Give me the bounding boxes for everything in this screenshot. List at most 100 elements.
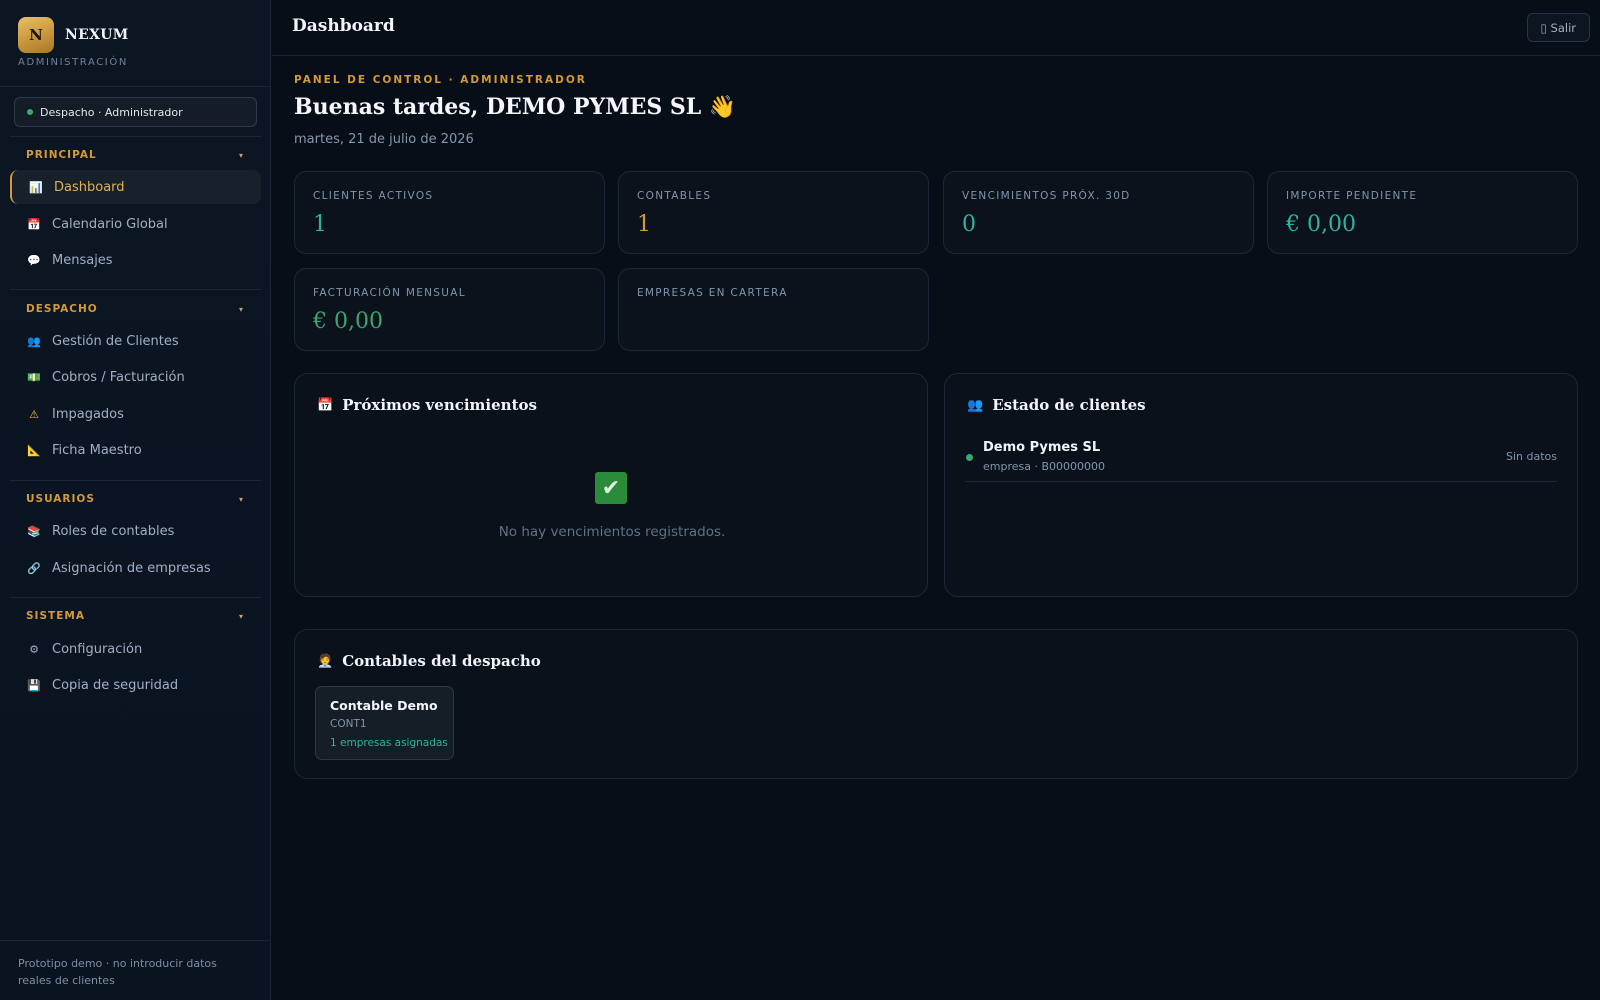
role-badge: Despacho · Administrador [14,97,257,127]
sidebar-item-label: Copia de seguridad [52,677,179,693]
sidebar-item-label: Gestión de Clientes [52,333,179,349]
chevron-down-icon: ▾ [238,494,244,504]
divider [10,480,261,481]
sidebar-item-cobros-facturacion[interactable]: 💵 Cobros / Facturación [10,360,261,394]
section-title: SISTEMA [26,610,85,622]
page-eyebrow: PANEL DE CONTROL · ADMINISTRADOR [294,74,587,86]
stat-label: FACTURACIÓN MENSUAL [313,287,466,299]
sidebar-footer-note: Prototipo demo · no introducir datos rea… [0,940,271,1000]
sidebar-item-label: Cobros / Facturación [52,369,185,385]
panel-title: Próximos vencimientos [342,396,537,414]
warning-icon: ⚠ [29,407,39,421]
stat-card-contables: CONTABLES 1 [618,171,929,254]
bar-chart-icon: 📊 [29,180,43,194]
logout-button[interactable]: ▯ Salir [1526,13,1590,42]
divider [0,86,271,87]
stat-card-clientes-activos: CLIENTES ACTIVOS 1 [294,171,605,254]
panel-title: Contables del despacho [342,652,541,670]
stat-label: IMPORTE PENDIENTE [1286,190,1418,202]
sidebar-item-roles-contables[interactable]: 📚 Roles de contables [10,514,261,548]
sidebar-item-dashboard[interactable]: 📊 Dashboard [10,170,261,204]
users-icon: 👥 [27,334,41,348]
accountant-card[interactable]: Contable Demo CONT1 1 empresas asignadas [315,686,454,760]
check-mark-icon: ✔ [595,472,627,504]
deadlines-panel: 📅 Próximos vencimientos ✔ No hay vencimi… [294,373,928,597]
brand-subtitle: ADMINISTRACIÓN [18,57,128,68]
accountant-assignments: 1 empresas asignadas [330,737,448,749]
sidebar-item-label: Calendario Global [52,216,168,232]
stat-value: 1 [637,212,651,237]
sidebar-item-label: Mensajes [52,252,113,268]
chat-bubble-icon: 💬 [27,253,41,267]
stat-card-facturacion-mensual: FACTURACIÓN MENSUAL € 0,00 [294,268,605,351]
users-icon: 👥 [967,397,984,413]
stat-card-vencimientos: VENCIMIENTOS PRÓX. 30D 0 [943,171,1254,254]
calendar-icon: 📅 [27,217,41,231]
panel-header: 👥 Estado de clientes [967,396,1146,414]
gear-icon: ⚙ [29,642,39,656]
stat-value: 0 [962,212,976,237]
status-dot-icon [966,454,973,461]
page-title: Dashboard [292,16,395,36]
divider [10,289,261,290]
sidebar-item-calendario-global[interactable]: 📅 Calendario Global [10,207,261,241]
sidebar: N NEXUM ADMINISTRACIÓN Despacho · Admini… [0,0,271,1000]
stat-value: 1 [313,212,327,237]
stat-label: CLIENTES ACTIVOS [313,190,434,202]
client-meta: empresa · B00000000 [983,460,1106,473]
stat-value: € 0,00 [313,309,383,334]
empty-state-text: No hay vencimientos registrados. [498,524,726,540]
calendar-icon: 📅 [317,397,334,413]
sidebar-item-impagados[interactable]: ⚠ Impagados [10,397,261,431]
client-status: Sin datos [1505,450,1557,463]
sidebar-item-ficha-maestro[interactable]: 📐 Ficha Maestro [10,433,261,467]
sidebar-item-label: Configuración [52,641,143,657]
section-title: PRINCIPAL [26,149,97,161]
triangle-ruler-icon: 📐 [27,443,41,457]
divider [10,597,261,598]
chevron-down-icon: ▾ [238,611,244,621]
accountants-panel: 🧑‍💼 Contables del despacho Contable Demo… [294,629,1578,779]
sidebar-item-gestion-clientes[interactable]: 👥 Gestión de Clientes [10,324,261,358]
floppy-disk-icon: 💾 [27,678,41,692]
section-title: USUARIOS [26,493,95,505]
section-title: DESPACHO [26,303,98,315]
office-worker-icon: 🧑‍💼 [317,653,334,669]
chevron-down-icon: ▾ [238,150,244,160]
section-despacho[interactable]: DESPACHO ▾ [26,301,244,317]
sidebar-item-copia-seguridad[interactable]: 💾 Copia de seguridad [10,668,261,702]
sidebar-item-configuracion[interactable]: ⚙ Configuración [10,632,261,666]
status-dot-icon [27,109,33,115]
divider [10,136,261,137]
client-name: Demo Pymes SL [983,440,1101,455]
sidebar-item-asignacion-empresas[interactable]: 🔗 Asignación de empresas [10,551,261,585]
brand-name: NEXUM [65,27,129,43]
sidebar-item-label: Impagados [52,406,124,422]
sidebar-item-mensajes[interactable]: 💬 Mensajes [10,243,261,277]
stat-value: € 0,00 [1286,212,1356,237]
role-badge-label: Despacho · Administrador [40,105,183,119]
accountant-name: Contable Demo [330,698,438,713]
banknote-icon: 💵 [27,370,41,384]
greeting-heading: Buenas tardes, DEMO PYMES SL 👋 [294,94,737,120]
section-usuarios[interactable]: USUARIOS ▾ [26,491,244,507]
panel-header: 🧑‍💼 Contables del despacho [317,652,541,670]
sidebar-item-label: Asignación de empresas [52,560,211,576]
sidebar-item-label: Ficha Maestro [52,442,142,458]
sidebar-item-label: Dashboard [54,179,125,195]
brand-logo: N [18,17,54,53]
panel-header: 📅 Próximos vencimientos [317,396,537,414]
brand[interactable]: N NEXUM [18,17,129,53]
panel-title: Estado de clientes [992,396,1146,414]
sidebar-item-label: Roles de contables [52,523,175,539]
stat-label: VENCIMIENTOS PRÓX. 30D [962,190,1131,202]
client-row[interactable]: Demo Pymes SL empresa · B00000000 Sin da… [965,436,1557,482]
chevron-down-icon: ▾ [238,304,244,314]
link-icon: 🔗 [27,561,41,575]
clients-status-panel: 👥 Estado de clientes Demo Pymes SL empre… [944,373,1578,597]
stat-label: CONTABLES [637,190,712,202]
stat-label: EMPRESAS EN CARTERA [637,287,788,299]
stat-card-importe-pendiente: IMPORTE PENDIENTE € 0,00 [1267,171,1578,254]
section-principal[interactable]: PRINCIPAL ▾ [26,147,244,163]
section-sistema[interactable]: SISTEMA ▾ [26,608,244,624]
